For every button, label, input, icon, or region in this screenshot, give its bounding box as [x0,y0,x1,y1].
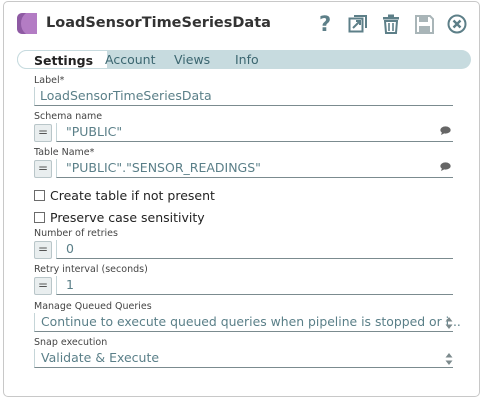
queued-queries-select[interactable]: Continue to execute queued queries when … [34,313,461,332]
retry-interval-expression-toggle[interactable]: = [34,277,52,295]
create-table-label: Create table if not present [50,188,215,203]
schema-name-input[interactable]: "PUBLIC" [56,123,453,142]
schema-expression-toggle[interactable]: = [34,124,52,142]
preserve-case-label: Preserve case sensitivity [50,210,205,225]
suggest-icon[interactable] [440,126,451,135]
create-table-option: Create table if not present [34,188,215,203]
snap-execution-label: Snap execution [34,337,108,348]
save-icon[interactable] [412,12,436,36]
suggest-icon[interactable] [440,162,451,171]
select-arrows-icon [445,353,453,365]
select-arrows-icon [445,317,453,329]
tab-views[interactable]: Views [174,50,210,69]
dialog-header: LoadSensorTimeSeriesData ? [4,2,479,44]
retries-expression-toggle[interactable]: = [34,241,52,259]
tab-info[interactable]: Info [235,50,259,69]
header-toolbar: ? [304,12,469,36]
retry-interval-input[interactable]: 1 [56,276,453,295]
label-input[interactable]: LoadSensorTimeSeriesData [34,87,453,106]
schema-name-label: Schema name [34,111,103,122]
table-name-label: Table Name* [34,147,95,158]
snap-settings-dialog: LoadSensorTimeSeriesData ? Settings Acco… [3,1,480,397]
retry-interval-label: Retry interval (seconds) [34,264,148,275]
preserve-case-checkbox[interactable] [34,212,45,223]
help-icon[interactable]: ? [313,12,337,36]
delete-icon[interactable] [379,12,403,36]
table-name-input[interactable]: "PUBLIC"."SENSOR_READINGS" [56,159,453,178]
tab-account[interactable]: Account [105,50,155,69]
queued-queries-label: Manage Queued Queries [34,301,152,312]
label-field-label: Label* [34,75,65,86]
table-expression-toggle[interactable]: = [34,160,52,178]
create-table-checkbox[interactable] [34,190,45,201]
snap-type-icon [17,13,37,34]
retries-input[interactable]: 0 [56,240,453,259]
tab-bar: Settings Account Views Info [17,50,471,69]
close-icon[interactable] [445,12,469,36]
tab-settings[interactable]: Settings [17,50,109,69]
svg-text:?: ? [319,13,331,35]
retries-label: Number of retries [34,228,118,239]
export-icon[interactable] [346,12,370,36]
snap-execution-select[interactable]: Validate & Execute [34,349,453,368]
preserve-case-option: Preserve case sensitivity [34,210,205,225]
snap-title: LoadSensorTimeSeriesData [46,15,271,31]
